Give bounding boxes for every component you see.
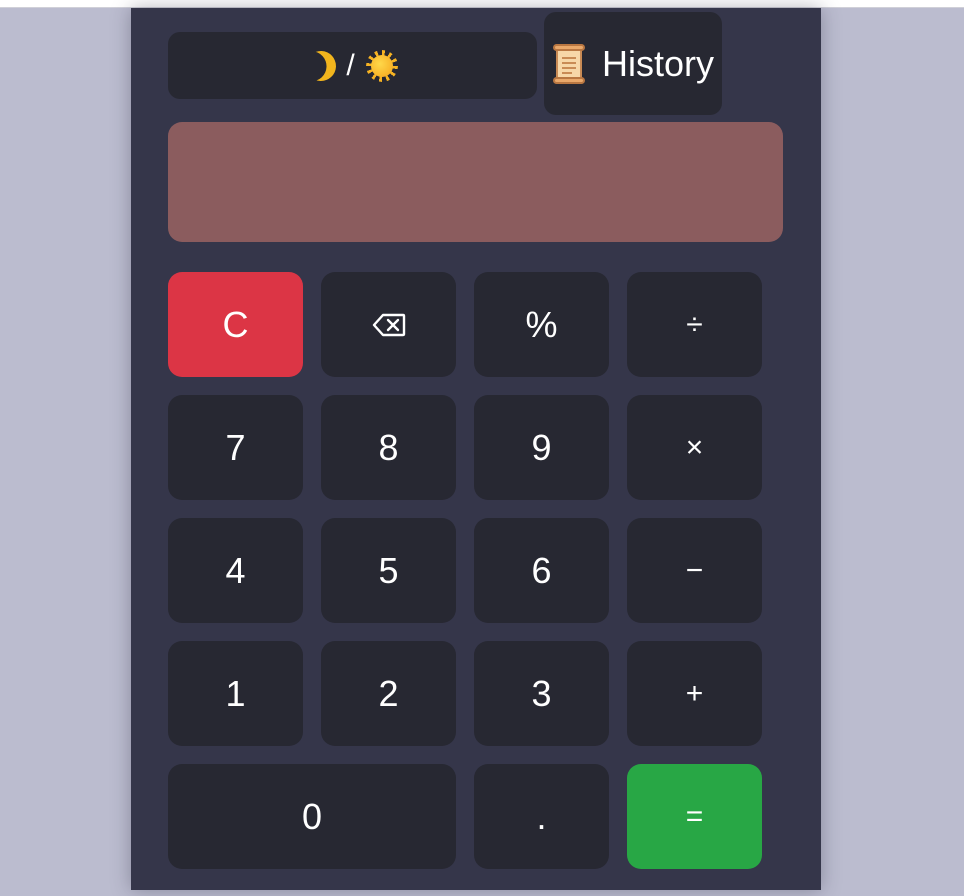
history-button[interactable]: History: [544, 12, 722, 115]
scroll-icon: [550, 43, 588, 84]
plus-button[interactable]: +: [627, 641, 762, 746]
history-label: History: [602, 42, 715, 84]
digit-8-button[interactable]: 8: [321, 395, 456, 500]
sun-icon: [365, 49, 399, 83]
multiply-button[interactable]: ×: [627, 395, 762, 500]
clear-button[interactable]: C: [168, 272, 303, 377]
percent-button[interactable]: %: [474, 272, 609, 377]
moon-icon: [302, 46, 340, 84]
backspace-icon: [372, 313, 405, 336]
digit-1-button[interactable]: 1: [168, 641, 303, 746]
digit-9-button[interactable]: 9: [474, 395, 609, 500]
calculator-panel: / History C % ÷ 7 8 9 × 4 5 6 − 1 2 3 + …: [131, 8, 821, 890]
minus-button[interactable]: −: [627, 518, 762, 623]
decimal-button[interactable]: .: [474, 764, 609, 869]
divide-button[interactable]: ÷: [627, 272, 762, 377]
digit-0-button[interactable]: 0: [168, 764, 456, 869]
digit-7-button[interactable]: 7: [168, 395, 303, 500]
equals-button[interactable]: =: [627, 764, 762, 869]
digit-4-button[interactable]: 4: [168, 518, 303, 623]
digit-6-button[interactable]: 6: [474, 518, 609, 623]
calculator-display: [168, 122, 783, 242]
digit-5-button[interactable]: 5: [321, 518, 456, 623]
browser-top-edge: [0, 0, 964, 8]
theme-toggle-button[interactable]: /: [168, 32, 537, 99]
backspace-button[interactable]: [321, 272, 456, 377]
digit-3-button[interactable]: 3: [474, 641, 609, 746]
theme-toggle-separator: /: [346, 48, 355, 82]
digit-2-button[interactable]: 2: [321, 641, 456, 746]
